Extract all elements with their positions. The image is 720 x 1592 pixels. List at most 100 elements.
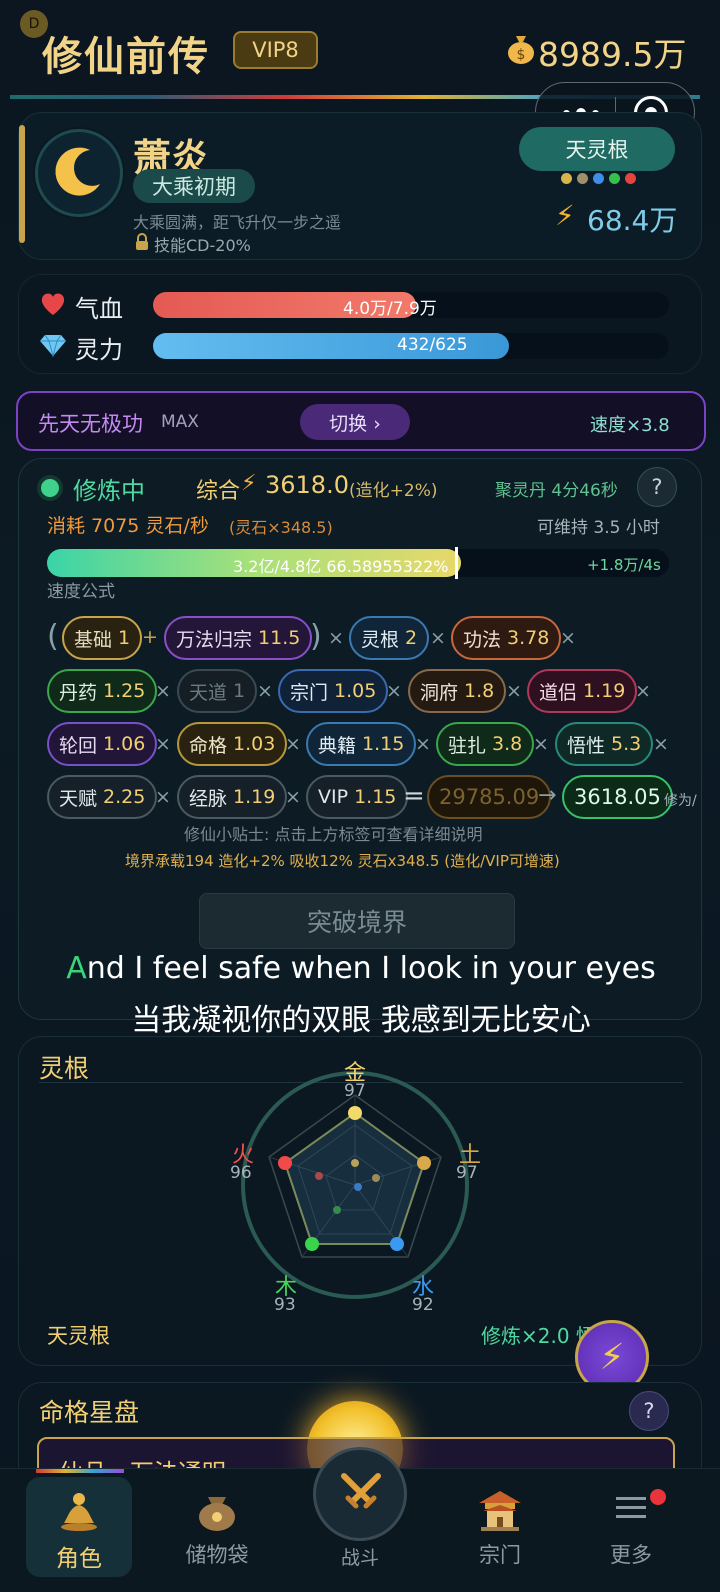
composite-label: 综合: [196, 479, 241, 504]
formula-raw-result: 29785.09: [427, 775, 552, 819]
technique-bar: 先天无极功 MAX 切换 › 速度×3.8: [16, 391, 706, 451]
element-dot-earth: [577, 173, 588, 184]
nav-item-character[interactable]: 角色: [26, 1477, 132, 1577]
factor-jingmai[interactable]: 经脉 1.19: [177, 775, 288, 819]
pill-timer: 聚灵丹 4分46秒: [495, 481, 618, 501]
temple-icon: [475, 1485, 525, 1535]
mp-label: 灵力: [75, 336, 123, 364]
mp-bar: 432/625: [153, 333, 669, 359]
heart-icon: [39, 291, 67, 317]
op-times: ×: [328, 627, 344, 649]
nav-character-label: 角色: [56, 1546, 102, 1572]
svg-text:$: $: [517, 47, 526, 63]
factor-lunhui[interactable]: 轮回 1.06: [47, 722, 158, 766]
arrow-icon: →: [538, 783, 557, 808]
lyric-first-letter: A: [66, 951, 87, 986]
factor-zongmen[interactable]: 宗门 1.05: [278, 669, 389, 713]
op-times: ×: [386, 680, 402, 702]
op-times: ×: [285, 733, 301, 755]
bag-icon: [194, 1487, 240, 1533]
wood-point: [305, 1237, 319, 1251]
op-times: ×: [506, 680, 522, 702]
breakthrough-button[interactable]: 突破境界: [199, 893, 515, 949]
bottom-nav: 角色 储物袋 战斗 宗门 更多: [0, 1447, 720, 1592]
lyric-english-rest: nd I feel safe when I look in your eyes: [86, 951, 656, 986]
element-dot-fire: [625, 173, 636, 184]
factor-danyao[interactable]: 丹药 1.25: [47, 669, 158, 713]
op-times: ×: [415, 733, 431, 755]
factor-base[interactable]: 基础 1: [62, 616, 143, 660]
composite-value: 3618.0: [265, 471, 349, 499]
avatar[interactable]: [35, 129, 123, 217]
factor-zhuzha[interactable]: 驻扎 3.8: [436, 722, 535, 766]
water-value: 92: [412, 1295, 434, 1315]
factor-gongfa[interactable]: 功法 3.78: [451, 616, 562, 660]
notification-dot: [650, 1489, 666, 1505]
factor-mingge[interactable]: 命格 1.03: [177, 722, 288, 766]
destiny-help-button[interactable]: ?: [629, 1391, 669, 1431]
nav-item-bag[interactable]: 储物袋: [162, 1477, 272, 1577]
factor-wuxing[interactable]: 悟性 5.3: [555, 722, 654, 766]
spirit-root-tag[interactable]: 天灵根: [519, 127, 675, 171]
vip-badge[interactable]: VIP8: [233, 31, 318, 69]
composite-bonus: (造化+2%): [349, 481, 438, 501]
technique-name: 先天无极功: [38, 412, 143, 436]
currency-amount: 8989.5万: [538, 35, 687, 74]
money-bag-icon: $: [506, 32, 536, 64]
destiny-title: 命格星盘: [39, 1398, 140, 1427]
stats-card: 气血 4.0万/7.9万 灵力 432/625: [18, 274, 702, 374]
factor-linggen[interactable]: 灵根 2: [349, 616, 430, 660]
switch-button[interactable]: 切换 ›: [300, 404, 410, 440]
paren-open: (: [47, 619, 59, 654]
profile-accent-bar: [19, 125, 25, 243]
cultivation-status: 修炼中: [73, 477, 145, 505]
factor-wanfa[interactable]: 万法归宗 11.5: [164, 616, 313, 660]
factor-dongfu[interactable]: 洞府 1.8: [408, 669, 507, 713]
hp-label: 气血: [75, 295, 123, 323]
status-dot: [41, 479, 59, 497]
factor-vip[interactable]: VIP 1.15: [306, 775, 409, 819]
metal-point: [348, 1106, 362, 1120]
help-button[interactable]: ?: [637, 467, 677, 507]
power-value: 68.4万: [587, 204, 678, 237]
progress-text: 3.2亿/4.8亿 66.58955322%: [233, 557, 449, 576]
op-times: ×: [430, 627, 446, 649]
factor-tiandao[interactable]: 天道 1: [177, 669, 258, 713]
water-point: [390, 1237, 404, 1251]
consumption-text: 消耗 7075 灵石/秒: [47, 515, 209, 537]
nav-item-battle[interactable]: [313, 1447, 407, 1541]
hp-bar-text: 4.0万/7.9万: [343, 299, 437, 319]
op-times: ×: [560, 627, 576, 649]
moon-icon: [55, 147, 100, 196]
element-dot-wood: [609, 173, 620, 184]
cultivation-progress-bar: 3.2亿/4.8亿 66.58955322% +1.8万/4s: [47, 547, 669, 579]
technique-level: MAX: [161, 412, 199, 432]
factor-tianfu[interactable]: 天赋 2.25: [47, 775, 158, 819]
menu-icon: [616, 1497, 646, 1521]
op-times: ×: [155, 733, 171, 755]
wood-value: 93: [274, 1295, 296, 1315]
spirit-root-type: 天灵根: [47, 1324, 110, 1348]
tip-text: 修仙小贴士: 点击上方标签可查看详细说明: [184, 825, 483, 844]
app-title: 修仙前传: [42, 34, 210, 80]
earth-point: [417, 1156, 431, 1170]
hp-bar: 4.0万/7.9万: [153, 292, 669, 319]
realm-summary: 境界承载194 造化+2% 吸收12% 灵石x348.5 (造化/VIP可增速): [125, 852, 560, 870]
diamond-icon: [39, 333, 67, 358]
nav-item-sect[interactable]: 宗门: [445, 1477, 555, 1577]
sustain-time: 可维持 3.5 小时: [537, 518, 660, 538]
nav-item-more[interactable]: 更多: [576, 1477, 686, 1577]
factor-dianji[interactable]: 典籍 1.15: [306, 722, 417, 766]
earth-value: 97: [456, 1163, 478, 1183]
factor-daolv[interactable]: 道侣 1.19: [527, 669, 638, 713]
paren-close: ): [310, 619, 322, 654]
cultivation-unit-label: 修为/: [664, 793, 697, 809]
element-dot-water: [593, 173, 604, 184]
formula-final-result: 3618.05: [562, 775, 673, 819]
fire-point: [278, 1156, 292, 1170]
lyric-english: And I feel safe when I look in your eyes: [19, 951, 703, 986]
op-times: ×: [155, 786, 171, 808]
nav-bag-label: 储物袋: [185, 1543, 249, 1567]
fire-value: 96: [230, 1163, 252, 1183]
op-times: ×: [533, 733, 549, 755]
